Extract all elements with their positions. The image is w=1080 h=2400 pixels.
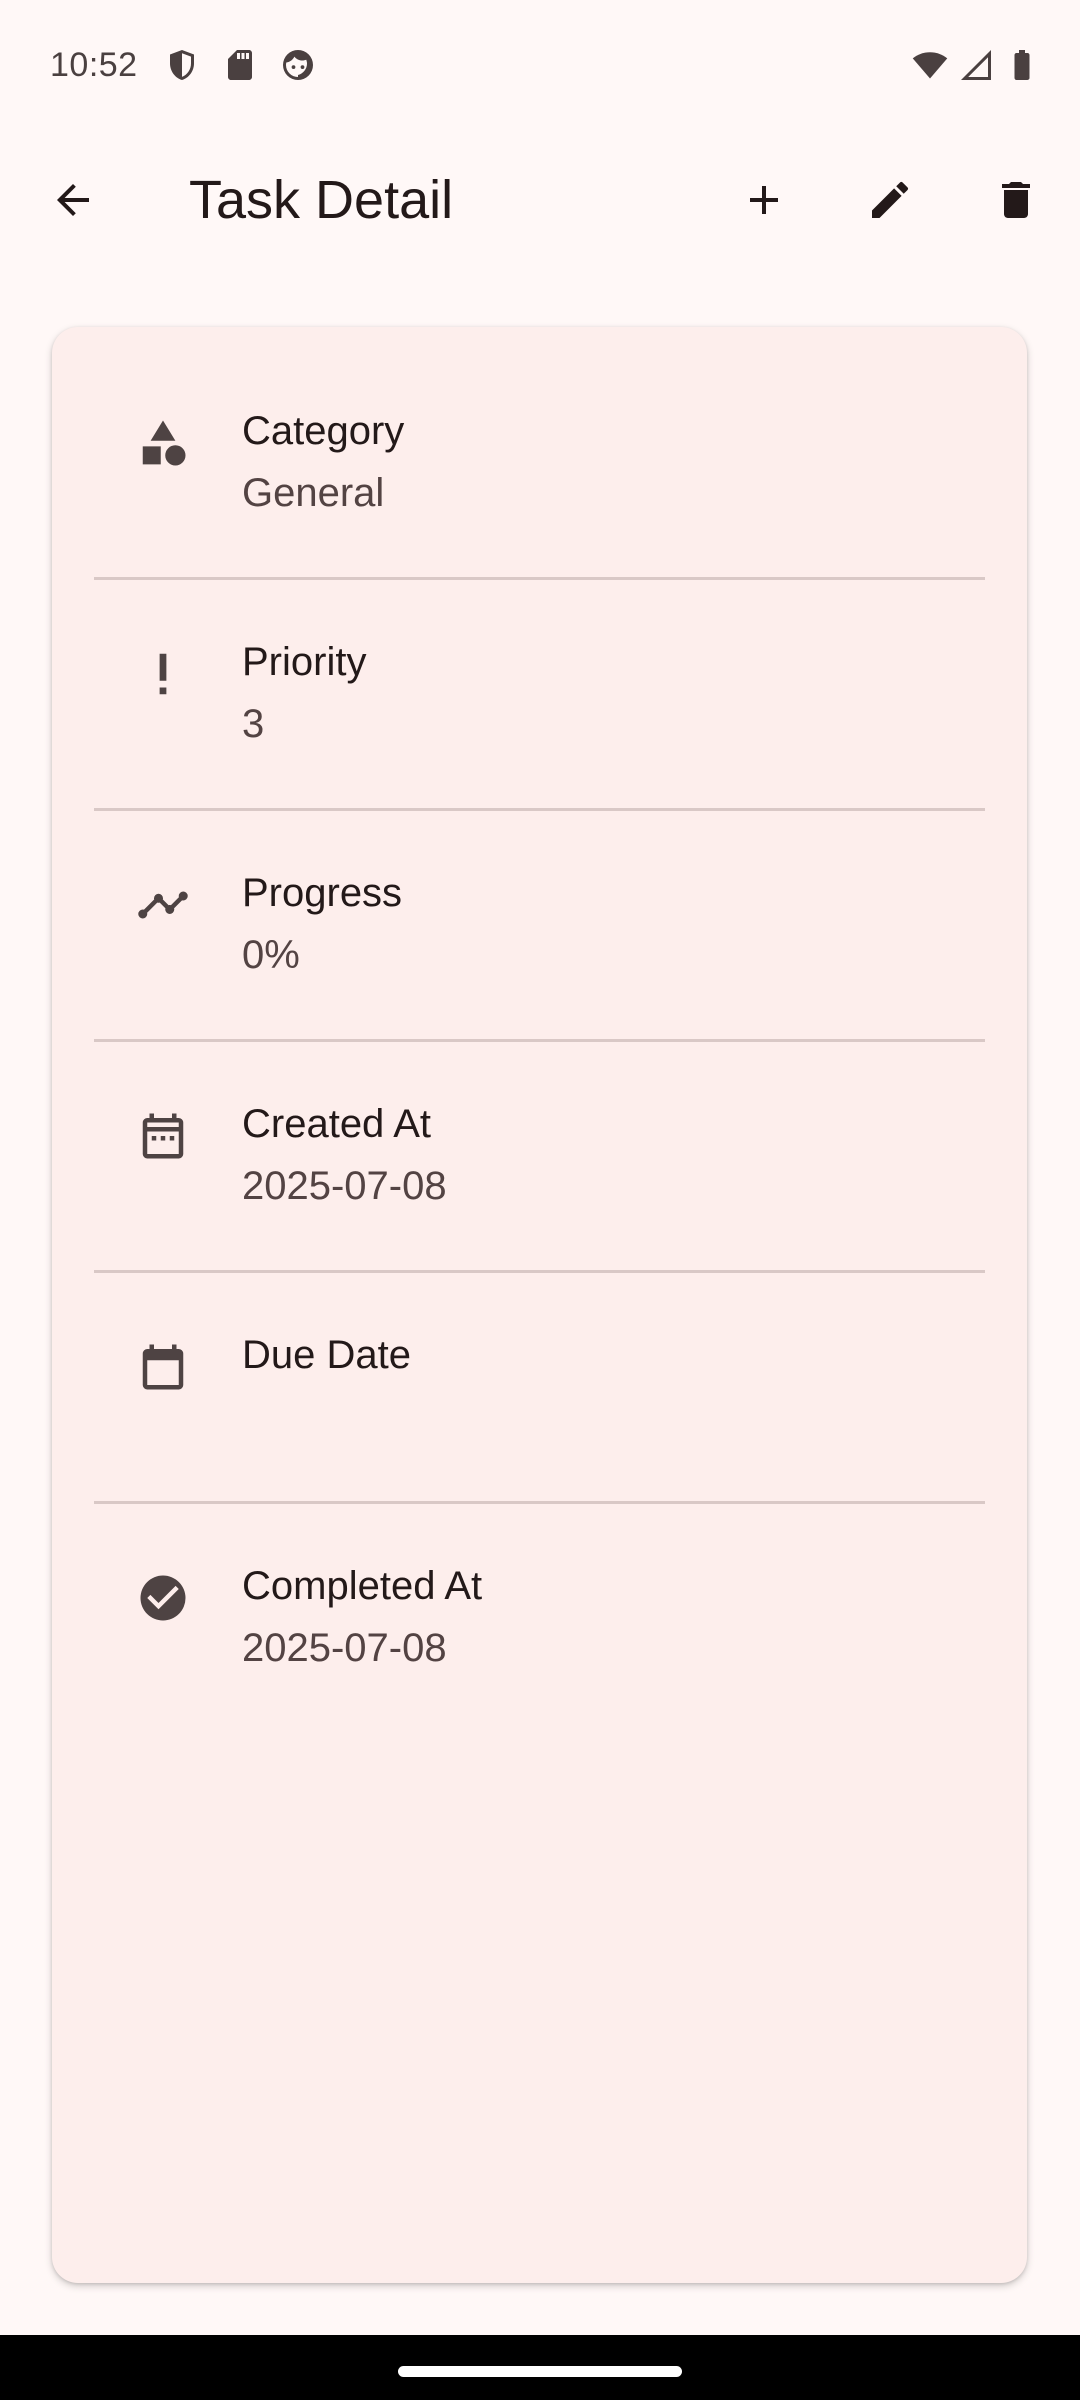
detail-label: Created At xyxy=(242,1102,432,1146)
priority-icon xyxy=(136,647,190,701)
detail-row-progress: Progress 0% xyxy=(52,789,1027,1019)
battery-icon xyxy=(1004,47,1040,83)
back-button[interactable] xyxy=(25,152,121,248)
detail-row-created-at: Created At 2025-07-08 xyxy=(52,1020,1027,1250)
detail-value: 0% xyxy=(242,933,300,977)
detail-row-category: Category General xyxy=(52,327,1027,557)
edit-icon xyxy=(872,181,908,218)
status-left: 10:52 xyxy=(50,46,316,85)
detail-label: Completed At xyxy=(242,1564,483,1608)
detail-label: Due Date xyxy=(242,1333,411,1377)
delete-button[interactable] xyxy=(968,152,1064,248)
delete-icon xyxy=(1002,182,1030,218)
home-gesture-handle[interactable] xyxy=(398,2366,682,2377)
detail-label: Category xyxy=(242,409,405,453)
progress-trend-icon xyxy=(136,878,190,932)
calendar-icon xyxy=(136,1340,190,1394)
edit-button[interactable] xyxy=(842,152,938,248)
detail-row-priority: Priority 3 xyxy=(52,558,1027,788)
detail-value: 3 xyxy=(242,702,265,746)
arrow-back-icon xyxy=(57,184,89,216)
detail-row-due-date: Due Date xyxy=(52,1251,1027,1481)
detail-value: 2025-07-08 xyxy=(242,1164,447,1208)
add-button[interactable] xyxy=(716,152,812,248)
detail-row-completed-at: Completed At 2025-07-08 xyxy=(52,1482,1027,1712)
category-icon xyxy=(136,416,190,470)
detail-value: 2025-07-08 xyxy=(242,1626,447,1670)
check-circle-icon xyxy=(136,1571,190,1625)
page-title: Task Detail xyxy=(189,170,454,230)
detail-value: General xyxy=(242,471,385,515)
status-time: 10:52 xyxy=(50,45,138,84)
face-icon xyxy=(280,47,316,83)
wifi-icon xyxy=(912,47,948,83)
sd-card-icon xyxy=(222,47,258,83)
task-detail-card: Category General Priority 3 Progress 0% … xyxy=(52,327,1027,2283)
status-bar: 10:52 xyxy=(0,0,1080,130)
detail-label: Progress xyxy=(242,871,403,915)
add-icon xyxy=(750,186,778,214)
status-notification-icons xyxy=(164,47,316,83)
shield-icon xyxy=(164,47,200,83)
signal-icon xyxy=(958,47,994,83)
status-system-icons xyxy=(912,47,1040,83)
top-app-bar: Task Detail xyxy=(0,130,1080,270)
detail-label: Priority xyxy=(242,640,367,684)
calendar-event-icon xyxy=(136,1109,190,1163)
